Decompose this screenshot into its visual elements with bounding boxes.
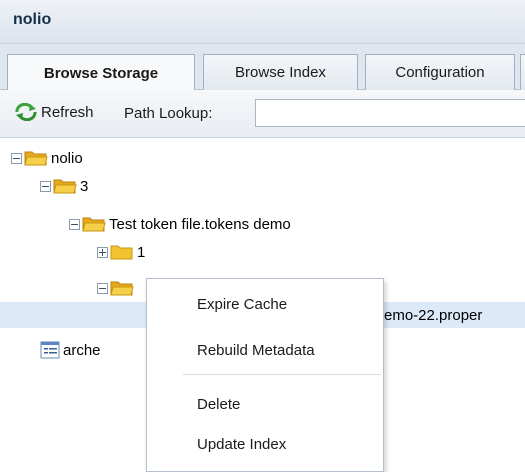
folder-open-icon	[24, 151, 48, 166]
context-menu: Expire Cache Rebuild Metadata Delete Upd…	[146, 278, 384, 472]
menu-item-expire-cache[interactable]: Expire Cache	[197, 293, 287, 315]
tree-node-properties-file[interactable]: emo-22.proper	[384, 303, 482, 327]
collapse-toggle-icon[interactable]	[69, 218, 80, 230]
tab-configuration[interactable]: Configuration	[365, 54, 515, 90]
file-list-icon	[40, 341, 60, 359]
app-title: nolio	[13, 11, 52, 28]
tree-node-1[interactable]: 1	[97, 240, 145, 264]
menu-separator	[183, 374, 381, 375]
refresh-icon	[15, 103, 37, 121]
collapse-toggle-icon[interactable]	[11, 152, 22, 164]
tab-browse-index[interactable]: Browse Index	[203, 54, 358, 90]
tree-node-label: emo-22.proper	[384, 306, 483, 324]
tree-node-3[interactable]: 3	[40, 174, 88, 198]
tree-node-label: nolio	[51, 149, 83, 167]
tab-overflow[interactable]	[520, 54, 525, 90]
folder-open-icon	[110, 281, 134, 296]
tree-node-hidden[interactable]	[97, 276, 137, 300]
menu-item-update-index[interactable]: Update Index	[197, 433, 286, 455]
collapse-toggle-icon[interactable]	[97, 282, 108, 294]
refresh-button[interactable]: Refresh	[14, 103, 94, 121]
tree-node-arche[interactable]: arche	[40, 338, 101, 362]
expand-toggle-icon[interactable]	[97, 246, 108, 258]
tree-node-label: 3	[80, 177, 89, 195]
path-lookup-label: Path Lookup:	[124, 105, 213, 122]
path-lookup-input[interactable]	[255, 99, 525, 127]
tree-node-label: 1	[137, 243, 146, 261]
folder-open-icon	[53, 179, 77, 194]
folder-open-icon	[82, 217, 106, 232]
menu-item-rebuild-metadata[interactable]: Rebuild Metadata	[197, 339, 315, 361]
tree-node-test-token[interactable]: Test token file.tokens demo	[69, 212, 291, 236]
menu-item-delete[interactable]: Delete	[197, 393, 240, 415]
folder-closed-icon	[110, 245, 133, 260]
tab-browse-storage[interactable]: Browse Storage	[7, 54, 195, 91]
tree-node-label: arche	[63, 341, 101, 359]
toolbar: Refresh Path Lookup:	[0, 90, 525, 138]
refresh-label: Refresh	[41, 103, 94, 121]
app-header: nolio	[0, 0, 525, 44]
tab-bar: Browse Storage Browse Index Configuratio…	[0, 44, 525, 91]
tree-node-label: Test token file.tokens demo	[109, 215, 291, 233]
collapse-toggle-icon[interactable]	[40, 180, 51, 192]
tree-node-nolio[interactable]: nolio	[11, 146, 83, 170]
